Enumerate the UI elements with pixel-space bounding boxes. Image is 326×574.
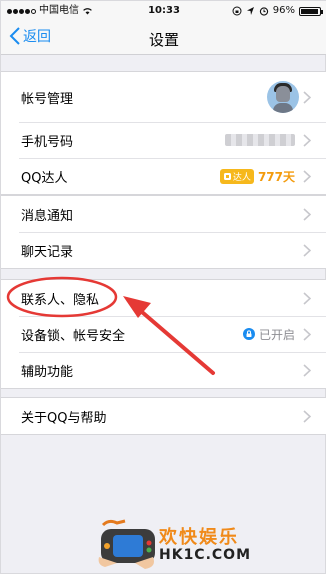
chevron-right-icon: [303, 291, 311, 305]
chevron-right-icon: [303, 363, 311, 377]
privacy-group: 联系人、隐私 设备锁、帐号安全 已开启 辅助功能: [1, 279, 326, 389]
gamepad-logo-icon: [98, 519, 155, 569]
lock-rotation-icon: [232, 6, 242, 16]
blurred-phone-value: [225, 134, 295, 146]
messages-group: 消息通知 聊天记录: [1, 195, 326, 269]
row-label: 聊天记录: [21, 244, 74, 260]
chevron-right-icon: [303, 409, 311, 423]
chevron-right-icon: [303, 133, 311, 147]
screen: 中国电信 10:33 96% 返回 设置 帐号管理 手机号码 QQ达人 达人 7…: [0, 0, 326, 574]
page-title: 设置: [148, 31, 179, 49]
watermark-cn: 欢快娱乐: [159, 527, 239, 548]
row-message-notify[interactable]: 消息通知: [1, 196, 326, 232]
battery-icon: [299, 6, 323, 16]
row-device-lock[interactable]: 设备锁、帐号安全 已开启: [1, 316, 326, 352]
row-label: 关于QQ与帮助: [21, 410, 107, 426]
row-qq-daren[interactable]: QQ达人 达人 777天: [1, 158, 326, 194]
row-label: 设备锁、帐号安全: [21, 328, 126, 344]
lock-icon: [242, 328, 255, 340]
watermark: 欢快娱乐 HK1C.COM: [95, 513, 255, 573]
row-phone-number[interactable]: 手机号码: [1, 122, 326, 158]
row-label: 辅助功能: [21, 364, 74, 380]
status-bar: 中国电信 10:33 96%: [1, 1, 326, 21]
row-label: 手机号码: [21, 134, 74, 150]
chevron-right-icon: [303, 90, 311, 104]
row-label: 联系人、隐私: [21, 292, 100, 308]
row-label: 帐号管理: [21, 91, 74, 107]
chevron-right-icon: [303, 207, 311, 221]
about-group: 关于QQ与帮助: [1, 397, 326, 435]
account-group: 帐号管理 手机号码 QQ达人 达人 777天: [1, 71, 326, 195]
status-right: 96%: [232, 1, 323, 21]
avatar: [267, 81, 299, 113]
chevron-right-icon: [303, 327, 311, 341]
row-label: QQ达人: [21, 170, 68, 186]
location-icon: [246, 7, 254, 15]
daren-icon: [223, 172, 231, 180]
row-accessibility[interactable]: 辅助功能: [1, 352, 326, 388]
watermark-en: HK1C.COM: [159, 547, 252, 563]
row-contacts-privacy[interactable]: 联系人、隐私: [1, 280, 326, 316]
alarm-icon: [259, 7, 268, 16]
row-label: 消息通知: [21, 208, 74, 224]
nav-bar: 返回 设置: [1, 21, 326, 55]
chevron-right-icon: [303, 169, 311, 183]
daren-days: 777天: [257, 169, 295, 184]
device-lock-status: 已开启: [258, 327, 295, 342]
row-about-help[interactable]: 关于QQ与帮助: [1, 398, 326, 434]
row-chat-records[interactable]: 聊天记录: [1, 232, 326, 268]
battery-percent: 96%: [272, 5, 295, 16]
row-account-manage[interactable]: 帐号管理: [1, 72, 326, 122]
chevron-right-icon: [303, 243, 311, 257]
daren-badge: 达人: [219, 168, 254, 184]
